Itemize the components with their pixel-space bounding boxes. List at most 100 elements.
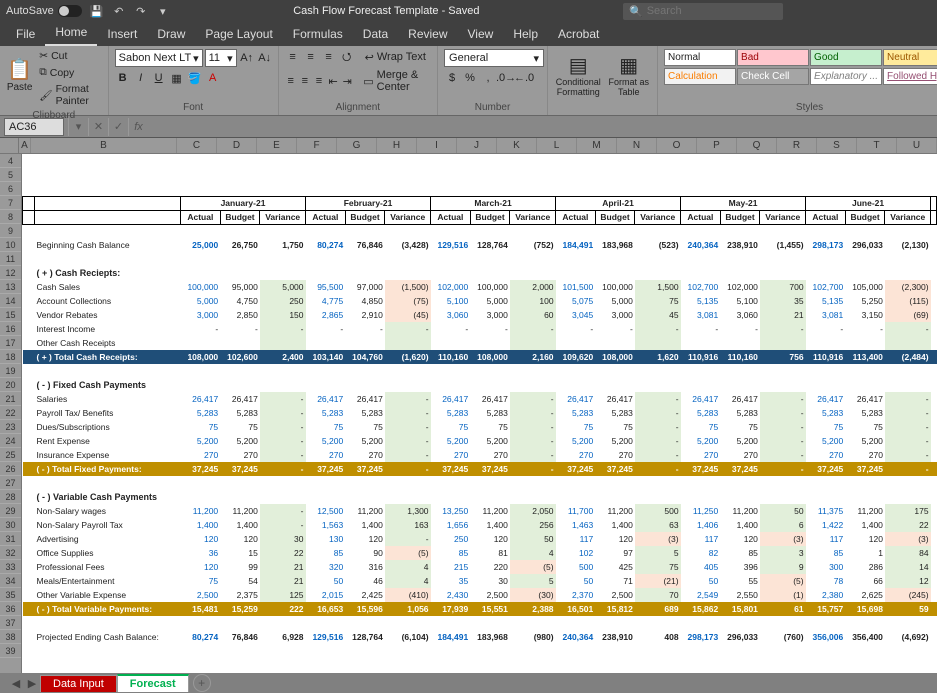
cell[interactable]: 298,173 [681, 630, 721, 644]
cell[interactable]: - [385, 532, 431, 546]
cell[interactable]: 2,375 [220, 588, 260, 602]
cell[interactable] [23, 196, 35, 210]
cell[interactable]: Advertising [35, 532, 181, 546]
row-header-33[interactable]: 33 [0, 560, 21, 574]
cell[interactable] [720, 252, 760, 266]
cell[interactable]: 2,550 [720, 588, 760, 602]
cell[interactable]: 163 [385, 518, 431, 532]
cell[interactable] [931, 322, 937, 336]
cell[interactable] [806, 364, 846, 378]
cell[interactable] [681, 266, 721, 280]
cell[interactable] [470, 364, 510, 378]
cell[interactable]: 240,364 [556, 630, 596, 644]
cell[interactable]: 2,500 [595, 588, 635, 602]
style-followed-hyperlink[interactable]: Followed Hy [883, 68, 937, 85]
row-header-27[interactable]: 27 [0, 476, 21, 490]
cell[interactable]: 110,160 [431, 350, 471, 364]
cell[interactable] [181, 154, 221, 168]
cell[interactable]: 250 [431, 532, 471, 546]
cell[interactable]: - [845, 322, 885, 336]
cell[interactable] [931, 378, 937, 392]
cell[interactable] [35, 168, 181, 182]
cell[interactable]: 17,939 [431, 602, 471, 616]
cell[interactable]: 1,300 [385, 504, 431, 518]
cell[interactable] [35, 252, 181, 266]
cell[interactable]: 26,417 [220, 392, 260, 406]
cell[interactable]: 120 [720, 532, 760, 546]
cell[interactable]: 60 [510, 308, 556, 322]
cell[interactable]: - [260, 322, 306, 336]
orientation-icon[interactable]: ⭯ [339, 49, 355, 65]
cell[interactable]: 5,200 [845, 434, 885, 448]
cell[interactable] [220, 336, 260, 350]
column-header-A[interactable]: A [19, 138, 31, 153]
cell[interactable] [845, 616, 885, 630]
cell[interactable] [595, 616, 635, 630]
cell[interactable]: 270 [306, 448, 346, 462]
cell[interactable] [885, 252, 931, 266]
cell[interactable]: 2,400 [260, 350, 306, 364]
tab-view[interactable]: View [458, 23, 504, 46]
cell[interactable]: 4 [385, 574, 431, 588]
cell[interactable] [681, 224, 721, 238]
cell[interactable]: 15,259 [220, 602, 260, 616]
cell[interactable] [220, 182, 260, 196]
cell[interactable] [931, 462, 937, 476]
cell[interactable] [431, 252, 471, 266]
cell[interactable]: 183,968 [470, 630, 510, 644]
cell[interactable]: 37,245 [681, 462, 721, 476]
cell[interactable] [595, 378, 635, 392]
cell[interactable] [385, 378, 431, 392]
cell[interactable] [470, 154, 510, 168]
cell[interactable]: 215 [431, 560, 471, 574]
cell[interactable] [23, 154, 35, 168]
cell[interactable]: 97 [595, 546, 635, 560]
cell[interactable] [931, 224, 937, 238]
cell[interactable] [23, 560, 35, 574]
cell[interactable] [35, 364, 181, 378]
cell[interactable] [806, 182, 846, 196]
cell[interactable]: 61 [760, 602, 806, 616]
cell[interactable]: 26,417 [806, 392, 846, 406]
cell[interactable] [385, 266, 431, 280]
cell[interactable] [306, 224, 346, 238]
cell[interactable]: 222 [260, 602, 306, 616]
cell[interactable]: 11,250 [681, 504, 721, 518]
cell[interactable]: 5,200 [556, 434, 596, 448]
cell[interactable] [306, 378, 346, 392]
cell[interactable] [885, 378, 931, 392]
column-header-D[interactable]: D [217, 138, 257, 153]
cell[interactable] [306, 616, 346, 630]
cell[interactable]: 3,060 [720, 308, 760, 322]
cell[interactable] [845, 364, 885, 378]
cell[interactable] [931, 560, 937, 574]
cell[interactable] [431, 182, 471, 196]
column-header-J[interactable]: J [457, 138, 497, 153]
cell[interactable]: 2,500 [181, 588, 221, 602]
cell[interactable]: 4,775 [306, 294, 346, 308]
cell[interactable]: 700 [760, 280, 806, 294]
cell[interactable]: 5,135 [681, 294, 721, 308]
cell[interactable]: Non-Salary wages [35, 504, 181, 518]
cell[interactable]: 405 [681, 560, 721, 574]
cell[interactable]: 1,463 [556, 518, 596, 532]
cell[interactable]: 5,100 [720, 294, 760, 308]
cell[interactable]: 11,200 [845, 504, 885, 518]
cell[interactable] [260, 490, 306, 504]
cell[interactable] [181, 364, 221, 378]
cell[interactable]: 5,283 [681, 406, 721, 420]
cell[interactable]: Vendor Rebates [35, 308, 181, 322]
cell[interactable] [220, 266, 260, 280]
row-header-17[interactable]: 17 [0, 336, 21, 350]
cell[interactable] [345, 336, 385, 350]
cell[interactable] [23, 378, 35, 392]
cell[interactable]: 30 [470, 574, 510, 588]
cell[interactable]: - [260, 504, 306, 518]
cell[interactable] [510, 476, 556, 490]
cell[interactable] [681, 490, 721, 504]
cell[interactable]: 4,850 [345, 294, 385, 308]
cell[interactable]: 26,417 [470, 392, 510, 406]
cell[interactable]: 270 [345, 448, 385, 462]
cell[interactable]: 110,916 [806, 350, 846, 364]
cell[interactable] [931, 476, 937, 490]
